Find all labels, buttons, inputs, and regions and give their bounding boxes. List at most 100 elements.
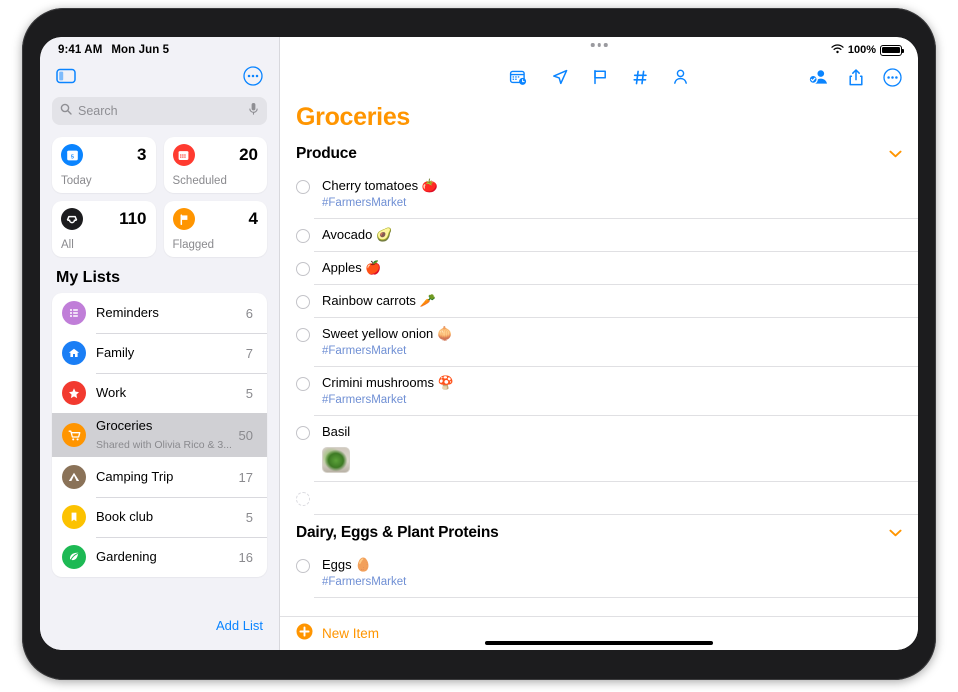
share-person-icon[interactable] — [808, 68, 829, 86]
chevron-down-icon[interactable] — [889, 145, 902, 163]
share-icon[interactable] — [848, 68, 864, 87]
item-tag[interactable]: #FarmersMarket — [322, 344, 902, 358]
complete-checkbox[interactable] — [296, 492, 310, 506]
reminders-content: Produce Cherry tomatoes 🍅 #FarmersMarket — [280, 138, 918, 616]
list-name: Gardening — [96, 549, 157, 564]
sidebar-footer: Add List — [40, 608, 279, 650]
calendar-today-icon: 5 — [61, 144, 83, 166]
sidebar-item-family[interactable]: Family 7 — [52, 333, 267, 373]
sidebar-item-work[interactable]: Work 5 — [52, 373, 267, 413]
smart-list-count: 20 — [239, 145, 258, 164]
reminder-item-empty[interactable] — [280, 481, 918, 514]
reminder-item[interactable]: Apples 🍎 — [280, 251, 918, 284]
battery-percent-label: 100% — [847, 44, 876, 56]
search-input[interactable]: Search — [52, 97, 267, 125]
reminder-item[interactable]: Basil — [280, 415, 918, 481]
smart-list-count: 4 — [248, 209, 258, 228]
list-count: 5 — [245, 385, 253, 401]
list-count: 50 — [238, 427, 253, 443]
status-bar-right: 100% — [280, 37, 918, 59]
complete-checkbox[interactable] — [296, 426, 310, 440]
tent-icon — [62, 465, 86, 489]
complete-checkbox[interactable] — [296, 229, 310, 243]
flag-icon — [172, 208, 195, 230]
smart-lists-grid: 5 3 Today 20 Scheduled 110 All 4 Flagged — [40, 125, 279, 257]
reminder-item[interactable]: Avocado 🥑 — [280, 218, 918, 251]
more-options-icon[interactable] — [243, 66, 263, 86]
item-title: Avocado 🥑 — [322, 227, 393, 242]
item-photo-attachment[interactable] — [322, 447, 350, 473]
smart-list-count: 3 — [137, 145, 147, 164]
sidebar-item-book-club[interactable]: Book club 5 — [52, 497, 267, 537]
shopping-cart-icon — [62, 423, 86, 447]
item-separator — [314, 596, 918, 597]
smart-list-flagged[interactable]: 4 Flagged — [163, 201, 267, 257]
hashtag-icon[interactable] — [632, 69, 649, 86]
list-count: 7 — [245, 345, 253, 361]
my-lists-heading: My Lists — [56, 269, 121, 286]
location-arrow-icon[interactable] — [551, 68, 569, 86]
smart-list-all[interactable]: 110 All — [52, 201, 156, 257]
calendar-clock-icon[interactable] — [509, 68, 528, 87]
leaf-icon — [62, 545, 86, 569]
smart-list-today[interactable]: 5 3 Today — [52, 137, 156, 193]
sidebar-toggle-icon[interactable] — [56, 68, 76, 84]
ipad-screen: 9:41 AM Mon Jun 5 Search 5 3 Today 20 Sc… — [40, 37, 918, 650]
item-title: Basil — [322, 424, 351, 439]
all-inbox-icon — [61, 208, 83, 230]
list-name: Book club — [96, 509, 154, 524]
my-lists-card: Reminders 6 Family 7 Work 5 Groceries Sh… — [52, 293, 267, 577]
list-name: Family — [96, 345, 135, 360]
star-icon — [62, 381, 86, 405]
reminder-item[interactable]: Crimini mushrooms 🍄 #FarmersMarket — [280, 366, 918, 415]
plus-circle-icon — [296, 623, 313, 645]
sidebar-item-groceries[interactable]: Groceries Shared with Olivia Rico & 3...… — [52, 413, 267, 457]
microphone-icon[interactable] — [248, 102, 259, 121]
item-tag[interactable]: #FarmersMarket — [322, 196, 902, 210]
multitasking-handle-icon[interactable] — [590, 43, 608, 47]
item-title: Rainbow carrots 🥕 — [322, 293, 436, 308]
item-separator — [314, 513, 918, 514]
page-title: Groceries — [296, 103, 411, 131]
list-name: Camping Trip — [96, 469, 174, 484]
sidebar-item-camping-trip[interactable]: Camping Trip 17 — [52, 457, 267, 497]
status-bar-left: 9:41 AM Mon Jun 5 — [40, 37, 279, 59]
section-header-produce[interactable]: Produce — [280, 138, 918, 169]
svg-text:5: 5 — [71, 154, 74, 160]
item-tag[interactable]: #FarmersMarket — [322, 393, 902, 407]
chevron-down-icon[interactable] — [889, 524, 902, 542]
person-icon[interactable] — [672, 68, 689, 86]
more-options-icon[interactable] — [883, 67, 902, 87]
list-name: Groceries — [96, 418, 153, 433]
item-title: Sweet yellow onion 🧅 — [322, 326, 454, 341]
complete-checkbox[interactable] — [296, 262, 310, 276]
reminder-item[interactable]: Rainbow carrots 🥕 — [280, 284, 918, 317]
battery-icon — [880, 44, 904, 56]
section-header-dairy[interactable]: Dairy, Eggs & Plant Proteins — [280, 514, 918, 548]
item-title: Cherry tomatoes 🍅 — [322, 178, 438, 193]
complete-checkbox[interactable] — [296, 377, 310, 391]
reminder-item[interactable]: Sweet yellow onion 🧅 #FarmersMarket — [280, 317, 918, 366]
smart-list-scheduled[interactable]: 20 Scheduled — [163, 137, 267, 193]
complete-checkbox[interactable] — [296, 295, 310, 309]
complete-checkbox[interactable] — [296, 328, 310, 342]
item-tag[interactable]: #FarmersMarket — [322, 575, 902, 589]
list-shared-subtitle: Shared with Olivia Rico & 3... — [96, 439, 232, 451]
list-count: 16 — [238, 549, 253, 565]
calendar-scheduled-icon — [172, 144, 195, 166]
wifi-icon — [831, 43, 844, 57]
smart-list-label: Scheduled — [172, 175, 227, 187]
reminder-item[interactable]: Eggs 🥚 #FarmersMarket — [280, 548, 918, 597]
sidebar-item-gardening[interactable]: Gardening 16 — [52, 537, 267, 577]
item-title: Eggs 🥚 — [322, 557, 372, 572]
flag-icon[interactable] — [592, 68, 609, 86]
add-list-button[interactable]: Add List — [216, 618, 263, 633]
complete-checkbox[interactable] — [296, 180, 310, 194]
list-name: Reminders — [96, 305, 159, 320]
sidebar-item-reminders[interactable]: Reminders 6 — [52, 293, 267, 333]
search-container: Search — [40, 93, 279, 125]
main-toolbar — [280, 59, 918, 95]
reminder-item[interactable]: Cherry tomatoes 🍅 #FarmersMarket — [280, 169, 918, 218]
house-icon — [62, 341, 86, 365]
complete-checkbox[interactable] — [296, 559, 310, 573]
